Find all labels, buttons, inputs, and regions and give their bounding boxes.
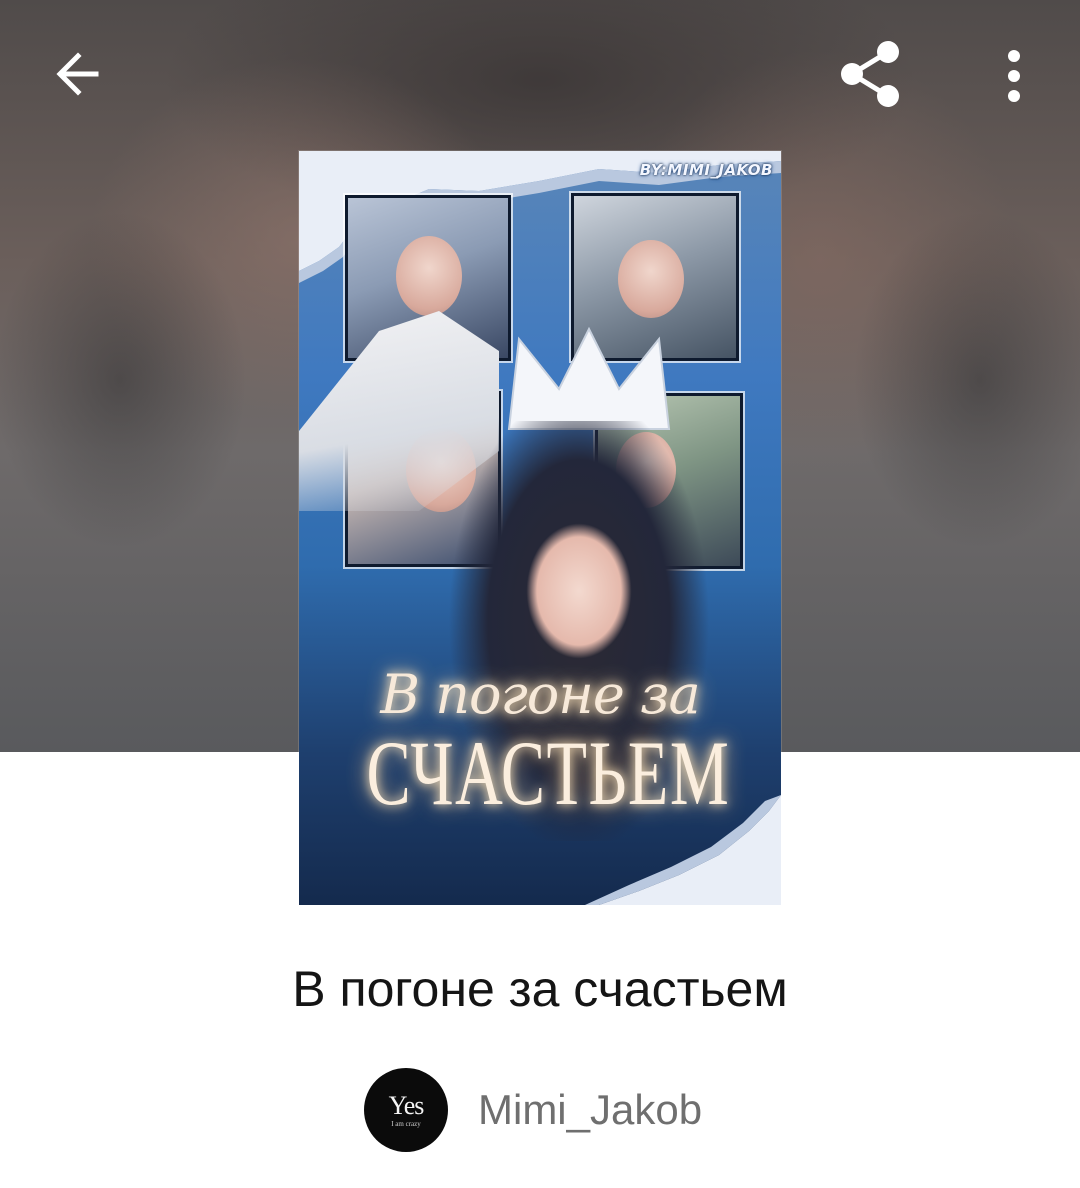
cover-title-line1: В погоне за [380, 663, 700, 726]
more-options-button[interactable] [984, 36, 1044, 116]
arrow-left-icon [56, 52, 99, 96]
avatar[interactable]: Yes I am crazy [364, 1068, 448, 1152]
share-icon [841, 41, 899, 107]
book-title: В погоне за счастьем [292, 961, 788, 1017]
avatar-subtext: I am crazy [391, 1119, 421, 1128]
back-button[interactable] [36, 32, 120, 116]
avatar-text: Yes [388, 1090, 425, 1120]
share-button[interactable] [826, 30, 914, 118]
cover-byline: BY:MIMI_JAKOB [639, 161, 773, 179]
more-vertical-icon [1008, 50, 1020, 102]
torn-paper-bottom [585, 795, 781, 905]
book-cover[interactable]: BY:MIMI_JAKOB В погоне за СЧАСТЬЕМ [299, 151, 781, 905]
author-link[interactable]: Yes I am crazy Mimi_Jakob [364, 1068, 702, 1152]
author-name[interactable]: Mimi_Jakob [478, 1086, 702, 1134]
